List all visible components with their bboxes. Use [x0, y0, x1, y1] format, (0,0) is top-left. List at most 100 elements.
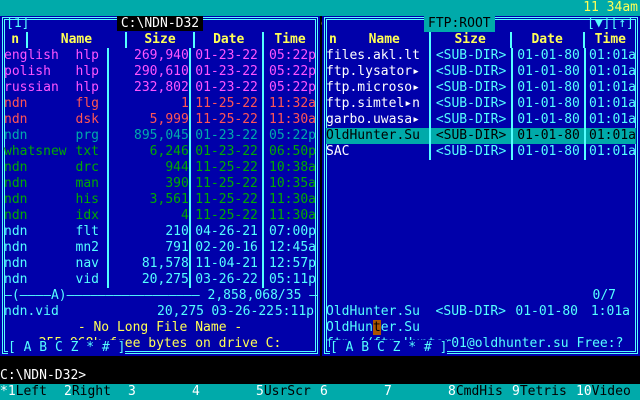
right-counter: 0/7 [592, 288, 616, 303]
left-info-name: ndn.vid [4, 304, 59, 319]
file-size: 944 [107, 160, 189, 176]
dir-size: <SUB-DIR> [429, 64, 510, 80]
dir-size: <SUB-DIR> [429, 112, 510, 128]
left-file-row[interactable]: ndn vid 20,275 03-26-22 05:11p [4, 272, 316, 288]
left-file-row[interactable]: ndn prg 895,045 01-23-22 05:22p [4, 128, 316, 144]
right-header-size: Size [428, 32, 510, 48]
fkey-number: 8 [448, 384, 456, 399]
left-long-name: - No Long File Name - [77, 320, 243, 335]
fkey-2[interactable]: 2Right [64, 384, 128, 400]
file-time: 11:30a [262, 208, 316, 224]
file-time: 07:00p [262, 224, 316, 240]
file-size: 3,561 [107, 192, 189, 208]
fkey-5[interactable]: 5UsrScr [256, 384, 320, 400]
dir-date: 01-01-80 [510, 144, 585, 160]
right-panel[interactable]: [▼][↑] n Name Size Date Time files.akl.lt <SU… [322, 16, 640, 356]
right-header-time: Time [582, 32, 636, 48]
dir-time: 01:01a [584, 80, 636, 96]
file-time: 11:30a [262, 112, 316, 128]
fkey-label: Left [15, 384, 47, 399]
file-name: ndn [4, 160, 28, 175]
left-separator: —(————A)————————————————— 2,858,068/35 — [4, 288, 318, 303]
left-file-row[interactable]: ndn drc 944 11-25-22 10:38a [4, 160, 316, 176]
right-panel-controls[interactable]: [▼][↑] [587, 16, 634, 32]
fkey-8[interactable]: 8CmdHis [448, 384, 512, 400]
dir-name: SAC [326, 144, 350, 159]
fkey-label: Video [591, 384, 631, 399]
right-file-row[interactable]: ftp.lysator▸ <SUB-DIR> 01-01-80 01:01a [326, 64, 636, 80]
left-file-row[interactable]: ndn flg 1 11-25-22 11:32a [4, 96, 316, 112]
file-size: 390 [107, 176, 189, 192]
dir-date: 01-01-80 [510, 80, 585, 96]
dir-time: 01:01a [584, 96, 636, 112]
file-size: 1 [107, 96, 189, 112]
dir-name: garbo.uwasa▸ [326, 112, 420, 127]
right-file-list[interactable]: files.akl.lt <SUB-DIR> 01-01-80 01:01a ftp.l… [326, 48, 636, 160]
file-ext: hlp [75, 80, 100, 95]
left-drive-selector[interactable]: [ A B C Z * # ] [8, 340, 126, 356]
file-time: 10:38a [262, 160, 316, 176]
file-ext: idx [75, 208, 100, 223]
fkey-4[interactable]: 4 [192, 384, 256, 400]
dir-size: <SUB-DIR> [429, 96, 510, 112]
file-ext: nav [75, 256, 100, 271]
left-file-row[interactable]: ndn nav 81,578 11-04-21 12:57p [4, 256, 316, 272]
fkey-number: 4 [192, 384, 200, 399]
file-time: 12:45a [262, 240, 316, 256]
left-file-row[interactable]: ndn dsk 5,999 11-25-22 11:30a [4, 112, 316, 128]
file-time: 05:22p [262, 48, 316, 64]
file-ext: vid [75, 272, 100, 287]
fkey-1[interactable]: *1Left [0, 384, 64, 400]
right-file-row[interactable]: files.akl.lt <SUB-DIR> 01-01-80 01:01a [326, 48, 636, 64]
left-file-row[interactable]: ndn idx 4 11-25-22 11:30a [4, 208, 316, 224]
right-file-row[interactable]: SAC <SUB-DIR> 01-01-80 01:01a [326, 144, 636, 160]
file-time: 05:22p [262, 128, 316, 144]
right-file-row[interactable]: garbo.uwasa▸ <SUB-DIR> 01-01-80 01:01a [326, 112, 636, 128]
fkey-10[interactable]: 10Video [576, 384, 640, 400]
file-date: 02-20-16 [188, 240, 263, 256]
file-ext: hlp [75, 48, 100, 63]
file-time: 12:57p [262, 256, 316, 272]
file-size: 791 [107, 240, 189, 256]
dir-date: 01-01-80 [510, 96, 585, 112]
fkey-6[interactable]: 6 [320, 384, 384, 400]
file-date: 01-23-22 [188, 128, 263, 144]
fkey-3[interactable]: 3 [128, 384, 192, 400]
function-key-bar: *1Left 2Right 3 4 5UsrScr 6 7 8CmdHis 9Tetris 10V… [0, 384, 640, 400]
left-file-row[interactable]: polish hlp 290,610 01-23-22 05:22p [4, 64, 316, 80]
text-cursor: t [372, 320, 381, 335]
right-info-time: 1:01a [590, 304, 630, 319]
right-drive-selector[interactable]: [ A B C Z * # ] [330, 340, 448, 356]
left-file-info: ndn.vid 20,275 03-26-22 5:11p [4, 304, 316, 320]
left-file-row[interactable]: russian hlp 232,802 01-23-22 05:22p [4, 80, 316, 96]
command-line[interactable]: C:\NDN-D32> [0, 368, 640, 384]
left-file-row[interactable]: whatsnew txt 6,246 01-23-22 06:50p [4, 144, 316, 160]
dir-name: files.akl.lt [326, 48, 420, 63]
left-header-name: Name [26, 32, 124, 48]
fkey-9[interactable]: 9Tetris [512, 384, 576, 400]
right-info-name: OldHunter.Su [326, 304, 420, 319]
file-ext: man [75, 176, 100, 191]
left-file-row[interactable]: ndn his 3,561 11-25-22 11:30a [4, 192, 316, 208]
file-ext: flt [75, 224, 100, 239]
fkey-7[interactable]: 7 [384, 384, 448, 400]
file-date: 01-23-22 [188, 48, 263, 64]
left-file-row[interactable]: ndn man 390 11-25-22 10:35a [4, 176, 316, 192]
left-file-row[interactable]: english hlp 269,940 01-23-22 05:22p [4, 48, 316, 64]
left-file-row[interactable]: ndn flt 210 04-26-21 07:00p [4, 224, 316, 240]
fkey-number: 2 [64, 384, 72, 399]
right-header-name: Name [368, 32, 400, 47]
dir-date: 01-01-80 [510, 64, 585, 80]
file-name: ndn [4, 272, 28, 287]
right-file-row-selected[interactable]: OldHunter.Su <SUB-DIR> 01-01-80 01:01a [326, 128, 636, 144]
dir-date: 01-01-80 [510, 48, 585, 64]
left-file-list[interactable]: english hlp 269,940 01-23-22 05:22p polish hlp… [4, 48, 316, 288]
file-size: 232,802 [107, 80, 189, 96]
fkey-label: UsrScr [263, 384, 311, 399]
right-file-row[interactable]: ftp.simtel▸n <SUB-DIR> 01-01-80 01:01a [326, 96, 636, 112]
file-time: 10:35a [262, 176, 316, 192]
left-panel[interactable]: [1] C:\NDN-D32 n Name Size Date Time english… [0, 16, 320, 356]
fkey-number: 9 [512, 384, 520, 399]
right-file-row[interactable]: ftp.microso▸ <SUB-DIR> 01-01-80 01:01a [326, 80, 636, 96]
left-file-row[interactable]: ndn mn2 791 02-20-16 12:45a [4, 240, 316, 256]
